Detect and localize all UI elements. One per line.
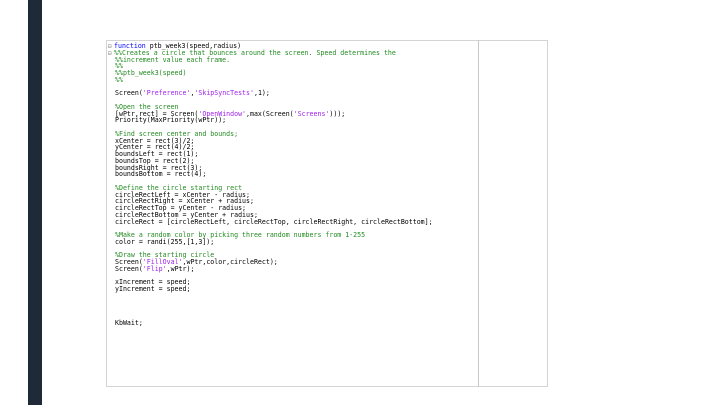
code-line[interactable] [115,293,545,300]
code-comment: %%increment value each frame. [115,55,231,64]
code-comment: %%ptb_week3(speed) [115,69,187,77]
right-margin-guide [478,40,479,387]
code-token: KbWait; [115,318,143,327]
code-line[interactable]: Screen('Flip',wPtr); [115,264,545,273]
editor-gutter [107,41,115,386]
code-token: Screen( [115,89,143,98]
code-text-area[interactable]: ⊟ function ptb_week3(speed,radius) ⊟ %%Crea… [108,43,545,327]
code-line[interactable]: KbWait; [115,318,545,327]
code-token: ,wPtr); [166,264,195,273]
code-line[interactable]: Priority(MaxPriority(wPtr)); [115,117,545,124]
code-line[interactable]: %%ptb_week3(speed) [115,70,545,77]
code-token: boundsBottom = rect(4); [115,170,207,179]
code-string: 'Preference' [142,89,191,98]
code-line[interactable]: boundsBottom = rect(4); [115,171,545,178]
code-token: ))); [329,109,346,118]
code-token: ,1); [253,89,270,98]
code-string: 'Screens' [293,109,330,118]
code-token: circleRect = [circleRectLeft, circleRect… [115,217,433,226]
code-token: yIncrement = speed; [115,285,191,293]
code-token: ,wPtr,color,circleRect); [182,258,278,266]
code-line[interactable] [115,300,545,307]
code-string: 'SkipSyncTests' [194,89,254,98]
code-line[interactable]: Screen('Preference','SkipSyncTests',1); [115,90,545,97]
code-token: Screen( [115,264,143,273]
slide-accent-bar [28,0,42,405]
code-token: ,max(Screen( [246,109,294,118]
code-line[interactable]: %% [115,76,545,84]
code-line[interactable] [115,313,545,320]
code-line[interactable]: circleRect = [circleRectLeft, circleRect… [115,217,545,226]
code-editor[interactable]: ⊟ function ptb_week3(speed,radius) ⊟ %%Crea… [106,40,548,387]
code-line[interactable]: yIncrement = speed; [115,286,545,293]
code-line[interactable] [115,306,545,313]
code-token: color = randi(255,[1,3]); [115,237,215,246]
code-line[interactable]: %%increment value each frame. [115,55,545,64]
code-string: 'Flip' [142,264,167,273]
code-token: Priority(MaxPriority(wPtr)); [115,116,227,125]
code-line[interactable] [115,97,545,104]
code-line[interactable]: color = randi(255,[1,3]); [115,237,545,246]
